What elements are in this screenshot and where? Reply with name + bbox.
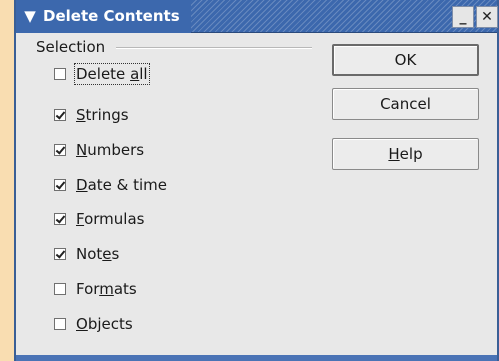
checkbox-numbers[interactable]: Numbers [54,140,144,160]
cancel-button[interactable]: Cancel [332,88,479,120]
window-title: Delete Contents [43,7,180,25]
checkbox-date-time[interactable]: Date & time [54,175,167,195]
checkbox-numbers-label[interactable]: Numbers [76,141,144,159]
checkbox-strings[interactable]: Strings [54,105,129,125]
selection-group-label: Selection [36,38,106,56]
checkbox-delete-all[interactable]: Delete all [54,63,150,85]
checkbox-strings-box[interactable] [54,109,66,121]
checkbox-formats-box[interactable] [54,283,66,295]
minimize-icon[interactable]: _ [452,6,474,28]
checkbox-formats[interactable]: Formats [54,279,137,299]
ok-button[interactable]: OK [332,44,479,76]
chevron-down-icon[interactable]: ▼ [20,6,40,26]
close-icon[interactable]: ✕ [476,6,498,28]
delete-contents-dialog: ▼ Delete Contents _ ✕ Selection Delete a… [14,0,499,361]
checkbox-formulas-label[interactable]: Formulas [76,210,144,228]
checkbox-formulas[interactable]: Formulas [54,209,144,229]
checkbox-objects-box[interactable] [54,318,66,330]
checkbox-date-time-box[interactable] [54,179,66,191]
help-button[interactable]: Help [332,138,479,170]
checkbox-formats-label[interactable]: Formats [76,280,137,298]
checkbox-date-time-label[interactable]: Date & time [76,176,167,194]
checkbox-delete-all-box[interactable] [54,68,66,80]
selection-group-divider [116,47,312,49]
checkbox-objects-label[interactable]: Objects [76,315,133,333]
checkbox-numbers-box[interactable] [54,144,66,156]
checkbox-formulas-box[interactable] [54,213,66,225]
checkbox-notes-box[interactable] [54,248,66,260]
checkbox-objects[interactable]: Objects [54,314,133,334]
checkbox-notes-label[interactable]: Notes [76,245,119,263]
checkbox-delete-all-label[interactable]: Delete all [74,63,150,85]
checkbox-notes[interactable]: Notes [54,244,119,264]
checkbox-strings-label[interactable]: Strings [76,106,129,124]
title-bar[interactable]: ▼ Delete Contents _ ✕ [16,0,498,33]
